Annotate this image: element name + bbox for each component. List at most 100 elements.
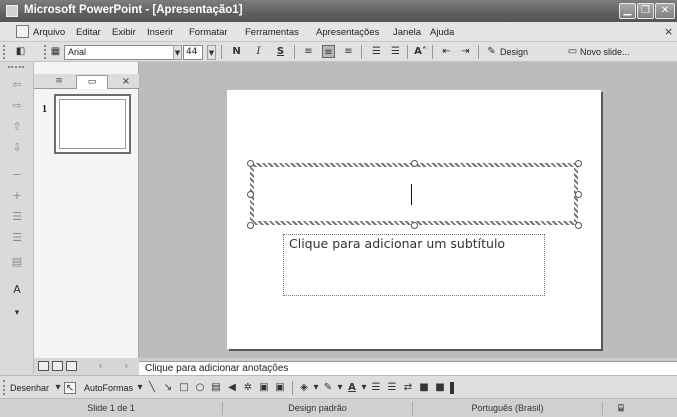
- draw-menu-button[interactable]: Desenhar: [10, 383, 49, 393]
- line-color-icon[interactable]: ✎: [322, 382, 334, 394]
- draw-dropdown-icon[interactable]: ▾: [52, 382, 64, 394]
- resize-handle[interactable]: [575, 222, 582, 229]
- resize-handle[interactable]: [575, 191, 582, 198]
- align-center-icon[interactable]: ≡: [322, 45, 335, 58]
- restore-button[interactable]: ❐: [637, 3, 654, 19]
- font-name-field[interactable]: Arial: [64, 45, 176, 60]
- wordart-icon[interactable]: ◀: [226, 382, 238, 394]
- resize-handle[interactable]: [411, 222, 418, 229]
- increase-font-icon[interactable]: A˄: [414, 45, 427, 58]
- toolbar-grip[interactable]: [3, 45, 6, 59]
- design-icon[interactable]: ✎: [485, 45, 498, 58]
- font-color-dropdown-icon[interactable]: ▾: [358, 382, 370, 394]
- autoshapes-dropdown-icon[interactable]: ▾: [134, 382, 146, 394]
- decrease-indent-icon[interactable]: ⇤: [440, 45, 453, 58]
- new-slide-icon[interactable]: ▭: [566, 45, 579, 58]
- text-box-icon[interactable]: ▤: [210, 382, 222, 394]
- diagram-icon[interactable]: ✲: [242, 382, 254, 394]
- resize-handle[interactable]: [247, 191, 254, 198]
- font-dropdown-icon[interactable]: ▼: [173, 45, 182, 60]
- toolbar-options-icon[interactable]: ◧: [14, 45, 27, 58]
- rectangle-icon[interactable]: □: [178, 382, 190, 394]
- summary-slide-icon[interactable]: ▤: [9, 255, 25, 269]
- new-slide-button[interactable]: Novo slide...: [580, 47, 630, 57]
- powerpoint-icon[interactable]: [6, 5, 18, 17]
- italic-button[interactable]: I: [252, 45, 265, 58]
- line-color-dropdown-icon[interactable]: ▾: [334, 382, 346, 394]
- close-button[interactable]: ✕: [655, 3, 675, 19]
- outline-tab[interactable]: ≡: [42, 75, 76, 89]
- slide-thumbnail[interactable]: [54, 94, 131, 154]
- bold-button[interactable]: N: [230, 45, 243, 58]
- menu-exibir[interactable]: Exibir: [112, 27, 136, 38]
- close-document-icon[interactable]: ×: [664, 25, 673, 38]
- arrow-icon[interactable]: ↘: [162, 382, 174, 394]
- font-size-dropdown-icon[interactable]: ▼: [207, 45, 216, 60]
- move-down-icon[interactable]: ⇩: [9, 141, 25, 155]
- clip-art-icon[interactable]: ▣: [258, 382, 270, 394]
- scroll-left-icon[interactable]: ‹: [94, 360, 107, 373]
- show-formatting-icon[interactable]: A: [9, 283, 25, 297]
- title-placeholder[interactable]: [250, 163, 578, 225]
- autoshapes-button[interactable]: AutoFormas: [84, 383, 133, 393]
- fill-color-icon[interactable]: ◈: [298, 382, 310, 394]
- toolbar-options-icon[interactable]: ▾: [9, 306, 25, 320]
- arrow-style-icon[interactable]: ⇄: [402, 382, 414, 394]
- subtitle-placeholder[interactable]: Clique para adicionar um subtítulo: [283, 234, 545, 296]
- menu-janela[interactable]: Janela: [393, 27, 421, 38]
- toolbar-grip[interactable]: [8, 66, 24, 72]
- resize-handle[interactable]: [247, 222, 254, 229]
- resize-handle[interactable]: [247, 160, 254, 167]
- move-up-icon[interactable]: ⇧: [9, 120, 25, 134]
- menu-apresentacoes[interactable]: Apresentações: [316, 27, 379, 38]
- expand-all-icon[interactable]: ☰: [9, 231, 25, 245]
- menu-ferramentas[interactable]: Ferramentas: [245, 27, 299, 38]
- document-icon[interactable]: [16, 25, 29, 38]
- slide-canvas[interactable]: Clique para adicionar um subtítulo: [227, 90, 601, 349]
- toolbar-grip[interactable]: [44, 45, 47, 59]
- align-left-icon[interactable]: ≡: [302, 45, 315, 58]
- slide-number: 1: [42, 104, 47, 115]
- font-color-icon[interactable]: A: [346, 382, 358, 394]
- resize-handle[interactable]: [411, 160, 418, 167]
- expand-icon[interactable]: +: [9, 189, 25, 203]
- menu-editar[interactable]: Editar: [76, 27, 101, 38]
- slide-sorter-view-icon[interactable]: [52, 361, 63, 371]
- close-pane-icon[interactable]: ×: [120, 75, 132, 89]
- collapse-icon[interactable]: −: [9, 168, 25, 182]
- font-size-field[interactable]: 44: [183, 45, 203, 60]
- bullet-list-icon[interactable]: ☰: [389, 45, 402, 58]
- separator: [432, 45, 433, 59]
- menu-ajuda[interactable]: Ajuda: [430, 27, 454, 38]
- minimize-button[interactable]: ▁: [619, 3, 636, 19]
- toolbar-grip[interactable]: [3, 380, 6, 395]
- align-right-icon[interactable]: ≡: [342, 45, 355, 58]
- menu-formatar[interactable]: Formatar: [189, 27, 228, 38]
- shadow-style-icon[interactable]: ■: [418, 382, 430, 394]
- slideshow-view-icon[interactable]: [66, 361, 77, 371]
- 3d-style-icon[interactable]: ■: [434, 382, 446, 394]
- promote-icon[interactable]: ⇦: [9, 78, 25, 92]
- menu-arquivo[interactable]: Arquivo: [33, 27, 65, 38]
- design-button[interactable]: Design: [500, 47, 528, 57]
- oval-icon[interactable]: ○: [194, 382, 206, 394]
- menu-inserir[interactable]: Inserir: [147, 27, 173, 38]
- select-objects-icon[interactable]: ↖: [64, 382, 76, 394]
- dash-style-icon[interactable]: ☰: [386, 382, 398, 394]
- demote-icon[interactable]: ⇨: [9, 99, 25, 113]
- line-icon[interactable]: ╲: [146, 382, 158, 394]
- toolbar-end: [450, 382, 454, 394]
- collapse-all-icon[interactable]: ☰: [9, 210, 25, 224]
- spell-check-icon[interactable]: ⌸: [603, 402, 639, 415]
- increase-indent-icon[interactable]: ⇥: [459, 45, 472, 58]
- resize-handle[interactable]: [575, 160, 582, 167]
- underline-button[interactable]: S: [274, 45, 287, 58]
- numbered-list-icon[interactable]: ☰: [370, 45, 383, 58]
- scroll-right-icon[interactable]: ›: [120, 360, 133, 373]
- fill-color-dropdown-icon[interactable]: ▾: [310, 382, 322, 394]
- picture-icon[interactable]: ▣: [274, 382, 286, 394]
- normal-view-icon[interactable]: [38, 361, 49, 371]
- slides-tab[interactable]: ▭: [76, 75, 108, 89]
- line-style-icon[interactable]: ☰: [370, 382, 382, 394]
- notes-pane[interactable]: Clique para adicionar anotações: [139, 361, 677, 375]
